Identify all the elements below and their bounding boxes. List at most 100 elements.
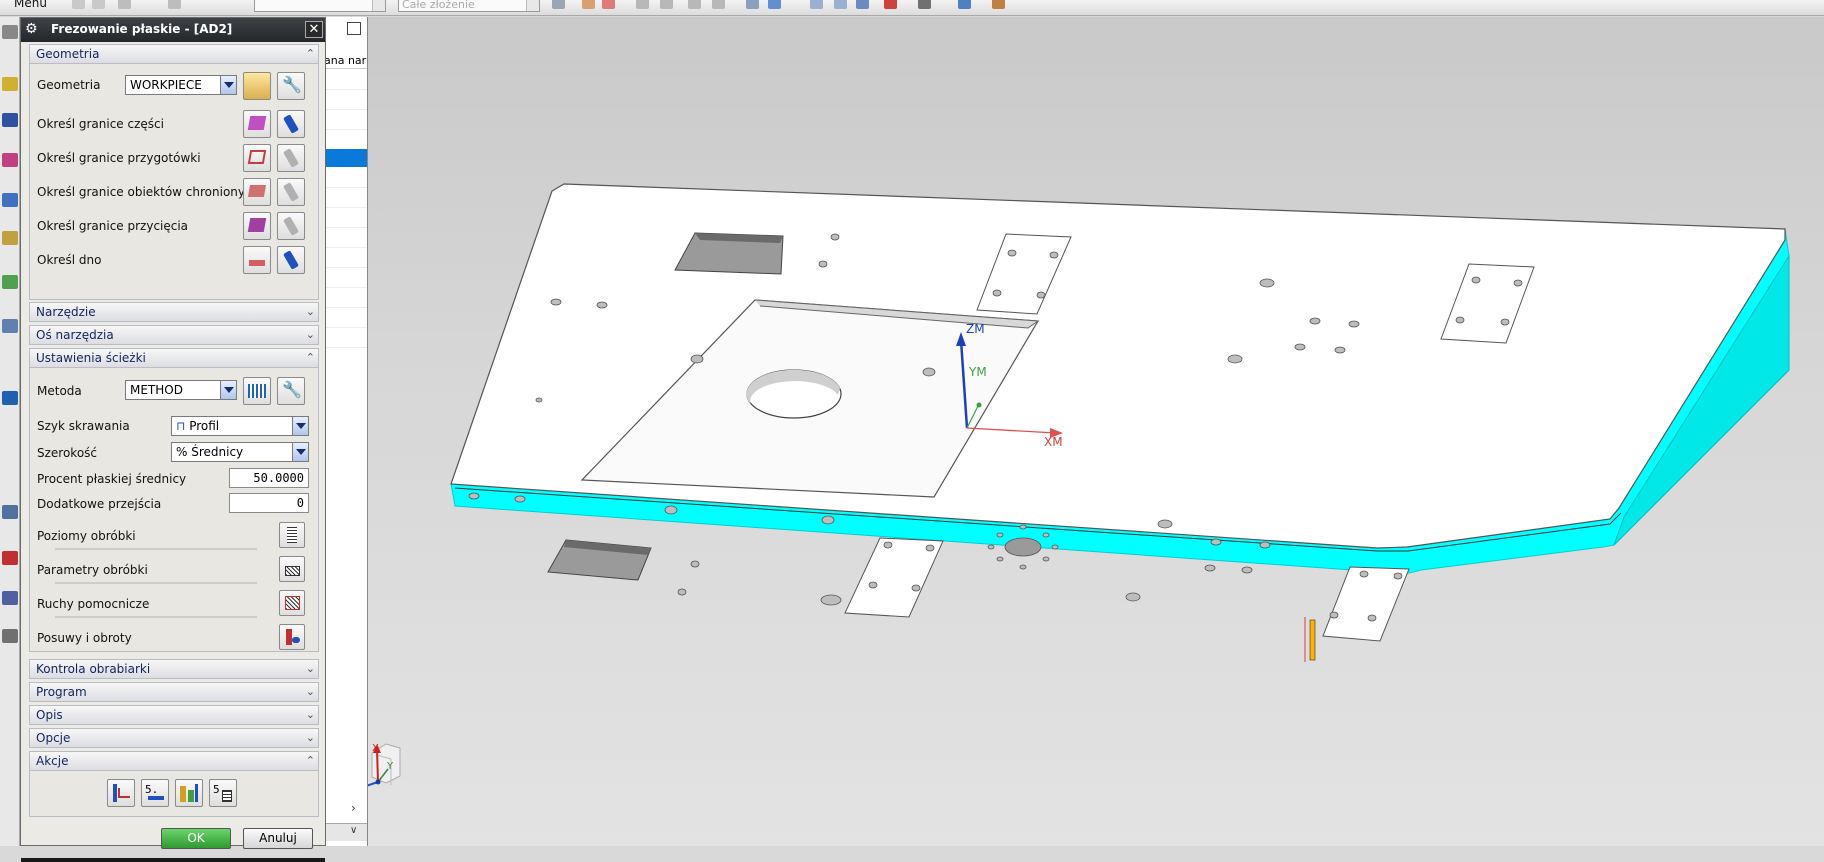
redo-icon[interactable] (92, 0, 105, 9)
point-icon[interactable] (636, 0, 649, 9)
orient-icon[interactable] (884, 0, 897, 9)
non-cutting-moves-label: Ruchy pomocnicze (37, 597, 150, 611)
floor-select-button[interactable] (243, 246, 271, 274)
chevron-down-icon: ⌄ (305, 685, 315, 698)
check-boundary-select-button[interactable] (243, 178, 271, 206)
web-icon[interactable] (2, 391, 18, 405)
section-tool[interactable]: Narzędzie ⌄ (29, 302, 319, 322)
dialog-titlebar[interactable]: ⚙ Frezowanie płaskie - [AD2] ✕ (21, 18, 325, 42)
cut-pattern-label: Szyk skrawania (37, 419, 130, 433)
gear-icon[interactable]: ⚙ (25, 21, 38, 37)
generate-path-button[interactable] (107, 779, 135, 807)
wcs-x-label: XM (1044, 435, 1063, 449)
floor-flashlight-icon[interactable] (277, 246, 305, 274)
view-cube-icon[interactable] (958, 0, 971, 9)
undo-icon[interactable] (72, 0, 85, 9)
wcs-y-label: YM (968, 365, 987, 379)
settings-icon[interactable] (2, 25, 18, 39)
feeds-speeds-button[interactable] (279, 624, 305, 650)
rotate-icon[interactable] (856, 0, 869, 9)
new-geometry-button[interactable] (243, 72, 271, 100)
navigator-column-header[interactable]: ana nar (321, 53, 367, 69)
blank-boundary-label: Określ granice przygotówki (37, 151, 201, 165)
circle-icon[interactable] (688, 0, 701, 9)
chevron-down-icon: ⌄ (305, 708, 315, 721)
analysis-icon[interactable] (2, 551, 18, 565)
panel-chevron-icon[interactable]: ∨ (350, 825, 357, 836)
section-tool-axis[interactable]: Oś narzędzia ⌄ (29, 325, 319, 345)
cut-levels-button[interactable] (279, 522, 305, 548)
menu-button[interactable]: Menu (14, 0, 47, 10)
assembly-scope-combo[interactable]: Całe złożenie (398, 0, 540, 12)
part-model[interactable]: ZM YM XM X Y Z (368, 17, 1824, 846)
tool-marker (1309, 619, 1316, 661)
extra-passes-input[interactable]: 0 (229, 493, 309, 513)
replay-path-button[interactable]: 5. (141, 779, 169, 807)
reuse-icon[interactable] (2, 275, 18, 289)
section-options[interactable]: Opcje ⌄ (29, 728, 319, 748)
scroll-right-icon[interactable]: › (351, 801, 356, 815)
edit-method-button[interactable]: 🔧 (277, 377, 305, 405)
section-machine-control[interactable]: Kontrola obrabiarki ⌄ (29, 659, 319, 679)
navigator-selected-row[interactable] (321, 149, 367, 167)
extra-passes-label: Dodatkowe przejścia (37, 497, 162, 511)
section-geometry[interactable]: Geometria ⌃ (29, 44, 319, 64)
geometry-label: Geometria (37, 78, 101, 92)
cutting-params-button[interactable] (279, 556, 305, 582)
list-path-button[interactable]: 5. (209, 779, 237, 807)
section-program[interactable]: Program ⌄ (29, 682, 319, 702)
box-select-icon[interactable] (712, 0, 725, 9)
roles-icon[interactable] (2, 629, 18, 643)
assembly-icon[interactable] (2, 113, 18, 127)
verify-path-button[interactable] (175, 779, 203, 807)
trim-boundary-select-button[interactable] (243, 212, 271, 240)
part-boundary-label: Określ granice części (37, 117, 164, 131)
render-style-icon[interactable] (918, 0, 931, 9)
stepover-select[interactable]: % Średnicy (171, 442, 309, 462)
edit-section-icon[interactable] (992, 0, 1005, 9)
process-icon[interactable] (2, 591, 18, 605)
non-cutting-moves-button[interactable] (279, 590, 305, 616)
cube-icon[interactable] (768, 0, 781, 9)
chevron-down-icon: ⌄ (305, 328, 315, 341)
cut-icon[interactable] (118, 0, 131, 9)
close-button[interactable]: ✕ (305, 21, 323, 38)
fit-icon[interactable] (810, 0, 823, 9)
trim-boundary-label: Określ granice przycięcia (37, 219, 189, 233)
geometry-select[interactable]: WORKPIECE (125, 75, 237, 95)
constraint-icon[interactable] (2, 153, 18, 167)
machine-icon[interactable] (2, 231, 18, 245)
copy-icon[interactable] (168, 0, 181, 9)
new-method-button[interactable] (243, 377, 271, 405)
snap-icon[interactable] (552, 0, 565, 9)
select-icon[interactable] (602, 0, 615, 9)
shaded-icon[interactable] (746, 0, 759, 9)
feature-icon[interactable] (2, 77, 18, 91)
part-boundary-select-button[interactable] (243, 110, 271, 138)
edit-geometry-button[interactable]: 🔧 (277, 72, 305, 100)
trim-boundary-flashlight-icon[interactable] (277, 212, 305, 240)
maximize-icon[interactable] (347, 22, 361, 35)
flat-diameter-input[interactable]: 50.0000 (229, 468, 309, 488)
section-actions[interactable]: Akcje ⌃ (29, 751, 319, 771)
zoom-icon[interactable] (834, 0, 847, 9)
history-icon[interactable] (2, 319, 18, 333)
clock-icon[interactable] (2, 505, 18, 519)
check-boundary-flashlight-icon[interactable] (277, 178, 305, 206)
section-path-settings[interactable]: Ustawienia ścieżki ⌃ (29, 348, 319, 368)
selection-filter-combo[interactable] (254, 0, 386, 12)
blank-boundary-select-button[interactable] (243, 144, 271, 172)
graphics-viewport[interactable]: ZM YM XM X Y Z (368, 17, 1824, 846)
part-top-face (450, 183, 1786, 549)
filter-icon[interactable] (582, 0, 595, 9)
blank-boundary-flashlight-icon[interactable] (277, 144, 305, 172)
cut-pattern-select[interactable]: ⊓ Profil (171, 416, 309, 436)
feeds-speeds-label: Posuwy i obroty (37, 631, 132, 645)
part-nav-icon[interactable] (2, 193, 18, 207)
section-description[interactable]: Opis ⌄ (29, 705, 319, 725)
method-select[interactable]: METHOD (125, 380, 237, 400)
stepover-label: Szerokość (37, 446, 98, 460)
wcs-z-label: ZM (966, 322, 985, 336)
point-alt-icon[interactable] (660, 0, 673, 9)
part-boundary-flashlight-icon[interactable] (277, 110, 305, 138)
